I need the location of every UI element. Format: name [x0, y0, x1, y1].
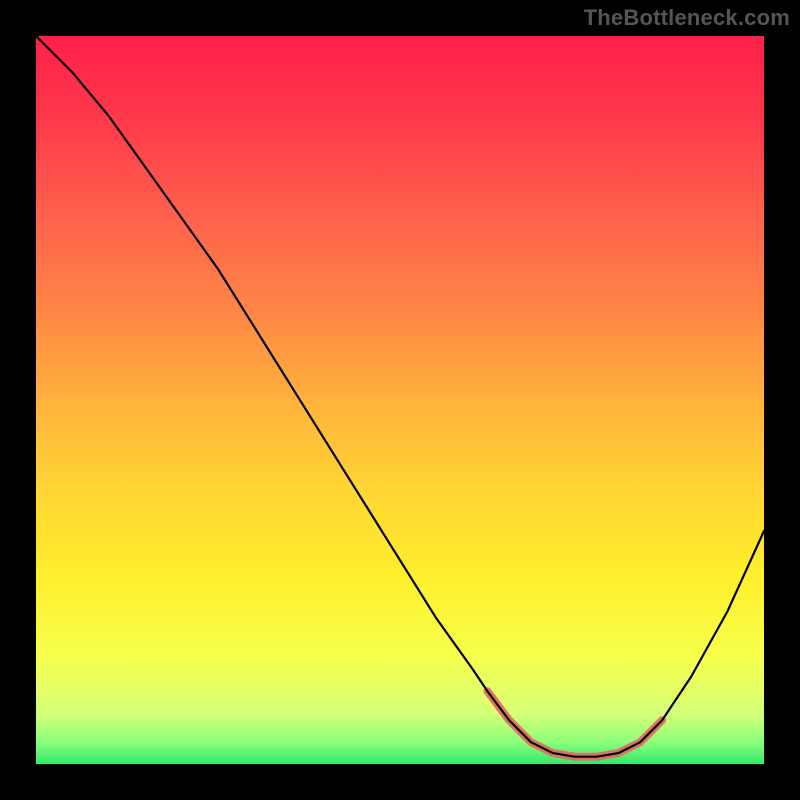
bottleneck-curve — [36, 36, 764, 757]
chart-frame: TheBottleneck.com — [0, 0, 800, 800]
watermark-text: TheBottleneck.com — [584, 5, 790, 31]
plot-area — [36, 36, 764, 764]
curve-layer — [36, 36, 764, 764]
